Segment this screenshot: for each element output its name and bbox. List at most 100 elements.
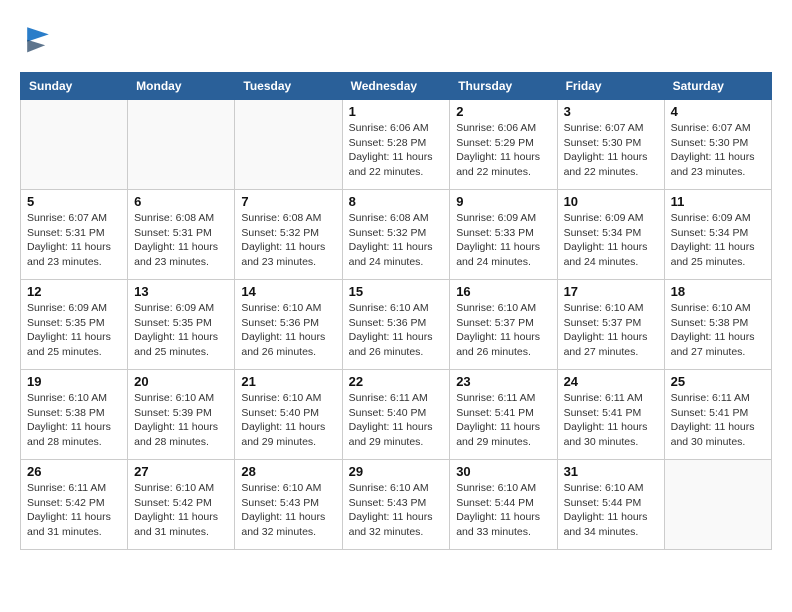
calendar-cell: 27 Sunrise: 6:10 AM Sunset: 5:42 PM Dayli… [128, 460, 235, 550]
calendar-cell: 28 Sunrise: 6:10 AM Sunset: 5:43 PM Dayli… [235, 460, 342, 550]
day-info: Sunrise: 6:10 AM Sunset: 5:43 PM Dayligh… [349, 481, 444, 540]
day-info: Sunrise: 6:11 AM Sunset: 5:41 PM Dayligh… [564, 391, 658, 450]
day-info: Sunrise: 6:09 AM Sunset: 5:33 PM Dayligh… [456, 211, 550, 270]
day-info: Sunrise: 6:10 AM Sunset: 5:44 PM Dayligh… [564, 481, 658, 540]
day-info: Sunrise: 6:08 AM Sunset: 5:31 PM Dayligh… [134, 211, 228, 270]
calendar-cell [235, 100, 342, 190]
day-number: 20 [134, 374, 228, 389]
day-number: 30 [456, 464, 550, 479]
page-header [20, 20, 772, 56]
day-number: 9 [456, 194, 550, 209]
day-number: 12 [27, 284, 121, 299]
calendar-cell: 20 Sunrise: 6:10 AM Sunset: 5:39 PM Dayli… [128, 370, 235, 460]
day-number: 11 [671, 194, 765, 209]
weekday-header-row: SundayMondayTuesdayWednesdayThursdayFrid… [21, 73, 772, 100]
day-number: 28 [241, 464, 335, 479]
day-number: 3 [564, 104, 658, 119]
calendar-cell: 5 Sunrise: 6:07 AM Sunset: 5:31 PM Daylig… [21, 190, 128, 280]
weekday-friday: Friday [557, 73, 664, 100]
day-number: 27 [134, 464, 228, 479]
calendar-cell: 10 Sunrise: 6:09 AM Sunset: 5:34 PM Dayli… [557, 190, 664, 280]
logo [20, 20, 62, 56]
day-number: 15 [349, 284, 444, 299]
day-info: Sunrise: 6:10 AM Sunset: 5:36 PM Dayligh… [241, 301, 335, 360]
day-info: Sunrise: 6:10 AM Sunset: 5:38 PM Dayligh… [671, 301, 765, 360]
day-number: 7 [241, 194, 335, 209]
day-number: 25 [671, 374, 765, 389]
day-number: 24 [564, 374, 658, 389]
day-info: Sunrise: 6:07 AM Sunset: 5:30 PM Dayligh… [671, 121, 765, 180]
calendar-cell: 14Sunrise: 6:10 AM Sunset: 5:36 PM Dayli… [235, 280, 342, 370]
day-info: Sunrise: 6:09 AM Sunset: 5:35 PM Dayligh… [27, 301, 121, 360]
day-info: Sunrise: 6:09 AM Sunset: 5:34 PM Dayligh… [564, 211, 658, 270]
calendar-cell: 21Sunrise: 6:10 AM Sunset: 5:40 PM Dayli… [235, 370, 342, 460]
calendar-cell: 30 Sunrise: 6:10 AM Sunset: 5:44 PM Dayli… [450, 460, 557, 550]
calendar-cell: 25 Sunrise: 6:11 AM Sunset: 5:41 PM Dayli… [664, 370, 771, 460]
weekday-monday: Monday [128, 73, 235, 100]
day-number: 2 [456, 104, 550, 119]
calendar-cell: 9 Sunrise: 6:09 AM Sunset: 5:33 PM Daylig… [450, 190, 557, 280]
day-number: 19 [27, 374, 121, 389]
calendar-cell: 7 Sunrise: 6:08 AM Sunset: 5:32 PM Daylig… [235, 190, 342, 280]
day-number: 21 [241, 374, 335, 389]
week-row-1: 1 Sunrise: 6:06 AM Sunset: 5:28 PM Daylig… [21, 100, 772, 190]
day-number: 16 [456, 284, 550, 299]
calendar-cell: 2Sunrise: 6:06 AM Sunset: 5:29 PM Daylig… [450, 100, 557, 190]
calendar-cell: 6 Sunrise: 6:08 AM Sunset: 5:31 PM Daylig… [128, 190, 235, 280]
calendar-header: SundayMondayTuesdayWednesdayThursdayFrid… [21, 73, 772, 100]
day-info: Sunrise: 6:09 AM Sunset: 5:34 PM Dayligh… [671, 211, 765, 270]
day-number: 22 [349, 374, 444, 389]
calendar-cell: 12 Sunrise: 6:09 AM Sunset: 5:35 PM Dayli… [21, 280, 128, 370]
calendar-cell: 15 Sunrise: 6:10 AM Sunset: 5:36 PM Dayli… [342, 280, 450, 370]
day-number: 8 [349, 194, 444, 209]
day-info: Sunrise: 6:10 AM Sunset: 5:38 PM Dayligh… [27, 391, 121, 450]
day-info: Sunrise: 6:11 AM Sunset: 5:42 PM Dayligh… [27, 481, 121, 540]
day-info: Sunrise: 6:11 AM Sunset: 5:41 PM Dayligh… [671, 391, 765, 450]
day-number: 29 [349, 464, 444, 479]
day-info: Sunrise: 6:08 AM Sunset: 5:32 PM Dayligh… [349, 211, 444, 270]
calendar-cell: 3 Sunrise: 6:07 AM Sunset: 5:30 PM Daylig… [557, 100, 664, 190]
day-info: Sunrise: 6:10 AM Sunset: 5:36 PM Dayligh… [349, 301, 444, 360]
day-info: Sunrise: 6:07 AM Sunset: 5:31 PM Dayligh… [27, 211, 121, 270]
day-info: Sunrise: 6:11 AM Sunset: 5:41 PM Dayligh… [456, 391, 550, 450]
calendar-cell: 24 Sunrise: 6:11 AM Sunset: 5:41 PM Dayli… [557, 370, 664, 460]
day-info: Sunrise: 6:10 AM Sunset: 5:42 PM Dayligh… [134, 481, 228, 540]
weekday-tuesday: Tuesday [235, 73, 342, 100]
calendar-cell: 22Sunrise: 6:11 AM Sunset: 5:40 PM Dayli… [342, 370, 450, 460]
calendar-cell: 29 Sunrise: 6:10 AM Sunset: 5:43 PM Dayli… [342, 460, 450, 550]
day-info: Sunrise: 6:08 AM Sunset: 5:32 PM Dayligh… [241, 211, 335, 270]
day-info: Sunrise: 6:10 AM Sunset: 5:37 PM Dayligh… [564, 301, 658, 360]
day-number: 1 [349, 104, 444, 119]
calendar-cell [664, 460, 771, 550]
week-row-5: 26Sunrise: 6:11 AM Sunset: 5:42 PM Dayli… [21, 460, 772, 550]
calendar-cell: 11 Sunrise: 6:09 AM Sunset: 5:34 PM Dayli… [664, 190, 771, 280]
calendar-cell: 16Sunrise: 6:10 AM Sunset: 5:37 PM Dayli… [450, 280, 557, 370]
calendar-cell: 26Sunrise: 6:11 AM Sunset: 5:42 PM Dayli… [21, 460, 128, 550]
day-info: Sunrise: 6:10 AM Sunset: 5:43 PM Dayligh… [241, 481, 335, 540]
logo-icon [20, 20, 56, 56]
week-row-2: 5 Sunrise: 6:07 AM Sunset: 5:31 PM Daylig… [21, 190, 772, 280]
weekday-sunday: Sunday [21, 73, 128, 100]
week-row-4: 19 Sunrise: 6:10 AM Sunset: 5:38 PM Dayli… [21, 370, 772, 460]
day-number: 5 [27, 194, 121, 209]
day-info: Sunrise: 6:10 AM Sunset: 5:39 PM Dayligh… [134, 391, 228, 450]
day-number: 10 [564, 194, 658, 209]
day-number: 4 [671, 104, 765, 119]
day-info: Sunrise: 6:07 AM Sunset: 5:30 PM Dayligh… [564, 121, 658, 180]
calendar-cell: 8 Sunrise: 6:08 AM Sunset: 5:32 PM Daylig… [342, 190, 450, 280]
day-number: 31 [564, 464, 658, 479]
calendar-cell: 4 Sunrise: 6:07 AM Sunset: 5:30 PM Daylig… [664, 100, 771, 190]
calendar-cell: 19 Sunrise: 6:10 AM Sunset: 5:38 PM Dayli… [21, 370, 128, 460]
calendar-body: 1 Sunrise: 6:06 AM Sunset: 5:28 PM Daylig… [21, 100, 772, 550]
week-row-3: 12 Sunrise: 6:09 AM Sunset: 5:35 PM Dayli… [21, 280, 772, 370]
calendar-cell: 13Sunrise: 6:09 AM Sunset: 5:35 PM Dayli… [128, 280, 235, 370]
calendar-cell [21, 100, 128, 190]
weekday-thursday: Thursday [450, 73, 557, 100]
day-number: 6 [134, 194, 228, 209]
day-info: Sunrise: 6:09 AM Sunset: 5:35 PM Dayligh… [134, 301, 228, 360]
day-info: Sunrise: 6:10 AM Sunset: 5:44 PM Dayligh… [456, 481, 550, 540]
calendar-cell: 23Sunrise: 6:11 AM Sunset: 5:41 PM Dayli… [450, 370, 557, 460]
day-info: Sunrise: 6:06 AM Sunset: 5:28 PM Dayligh… [349, 121, 444, 180]
calendar-cell: 17Sunrise: 6:10 AM Sunset: 5:37 PM Dayli… [557, 280, 664, 370]
calendar-cell: 1 Sunrise: 6:06 AM Sunset: 5:28 PM Daylig… [342, 100, 450, 190]
